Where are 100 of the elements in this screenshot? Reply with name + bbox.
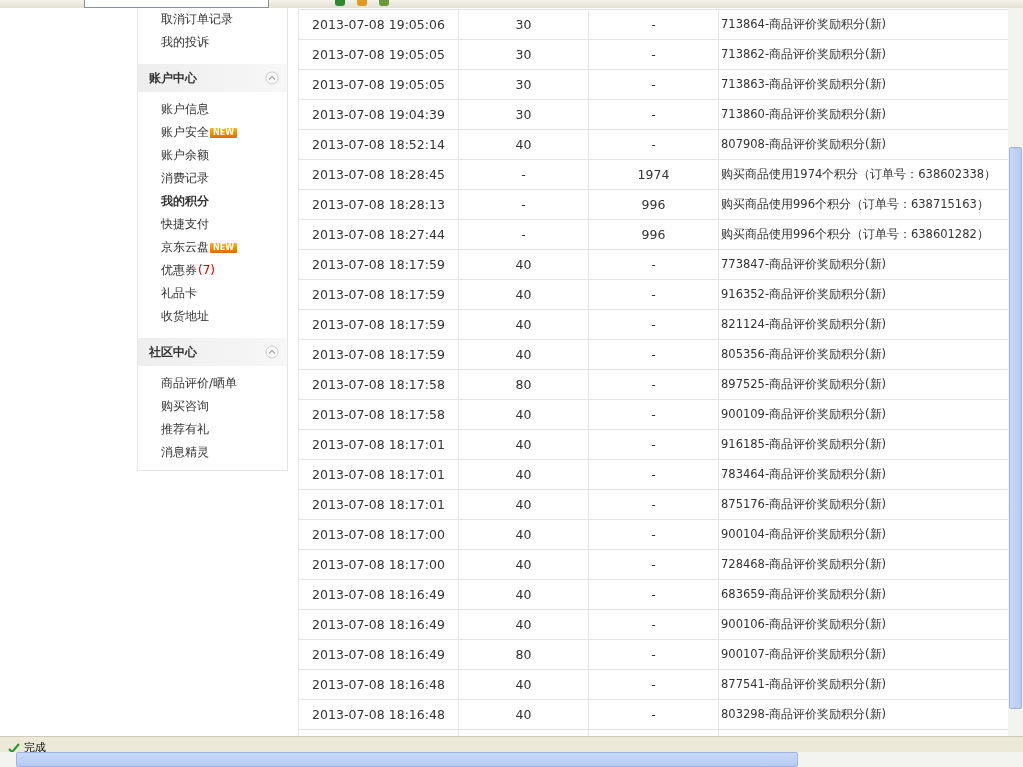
table-cell: 40 [458,339,589,370]
table-cell: 2013-07-08 18:52:14 [298,129,459,160]
table-cell: 713864-商品评价奖励积分(新) [718,9,1008,40]
section-header[interactable]: 账户中心 [138,64,287,92]
table-cell: - [588,339,719,370]
table-cell: 30 [458,99,589,130]
sidebar-item[interactable]: 商品评价/晒单 [138,372,287,395]
table-cell: - [588,669,719,700]
collapse-icon[interactable] [265,345,279,359]
table-cell: 2013-07-08 18:17:01 [298,489,459,520]
table-cell: 40 [458,429,589,460]
sidebar-item[interactable]: 消费记录 [138,167,287,190]
new-badge: NEW [210,242,237,253]
table-cell: - [588,639,719,670]
sidebar-item[interactable]: 消息精灵 [138,441,287,464]
table-cell: 40 [458,459,589,490]
table-cell: 2013-07-08 18:17:00 [298,519,459,550]
sidebar-item[interactable]: 优惠券(7) [138,259,287,282]
table-cell: - [458,189,589,220]
table-cell: - [588,9,719,40]
table-cell: 80 [458,639,589,670]
status-text: 完成 [24,740,46,752]
new-badge: NEW [210,127,237,138]
sidebar-item[interactable]: 礼品卡 [138,282,287,305]
sidebar-item[interactable]: 推荐有礼 [138,418,287,441]
table-cell: 2013-07-08 19:05:05 [298,69,459,100]
sidebar-item[interactable]: 账户安全 NEW [138,121,287,144]
table-cell: 40 [458,249,589,280]
sidebar-item[interactable]: 账户信息 [138,98,287,121]
table-cell: 40 [458,399,589,430]
table-cell: 2013-07-08 18:17:59 [298,339,459,370]
table-cell: 2013-07-08 18:16:49 [298,639,459,670]
table-cell: 2013-07-08 18:17:59 [298,279,459,310]
sidebar-item[interactable]: 京东云盘 NEW [138,236,287,259]
table-cell: 2013-07-08 19:04:39 [298,99,459,130]
table-cell: 40 [458,699,589,730]
table-cell: - [588,489,719,520]
table-cell: 40 [458,279,589,310]
sidebar-item[interactable]: 快捷支付 [138,213,287,236]
table-cell: - [588,699,719,730]
table-cell: 1974 [588,159,719,190]
table-cell: 2013-07-08 18:17:01 [298,459,459,490]
table-cell: - [588,129,719,160]
check-icon [8,742,20,752]
sidebar-item[interactable]: 账户余额 [138,144,287,167]
table-cell: 30 [458,39,589,70]
sidebar-item[interactable]: 收货地址 [138,305,287,328]
table-cell: - [588,69,719,100]
sidebar-item[interactable]: 取消订单记录 [138,8,287,31]
table-cell: 2013-07-08 18:17:01 [298,429,459,460]
table-cell: 40 [458,519,589,550]
section-header[interactable]: 社区中心 [138,338,287,366]
table-cell: 2013-07-08 18:17:58 [298,369,459,400]
table-cell: 40 [458,489,589,520]
table-cell: 2013-07-08 19:05:05 [298,39,459,70]
collapse-icon[interactable] [265,71,279,85]
table-cell: 40 [458,129,589,160]
table-cell: 40 [458,309,589,340]
sidebar-item[interactable]: 我的积分 [138,190,287,213]
coupon-count: (7) [198,262,215,279]
table-cell: - [588,369,719,400]
table-cell: 40 [458,579,589,610]
table-cell: - [588,309,719,340]
table-cell: - [588,399,719,430]
table-cell: - [588,459,719,490]
table-cell: 2013-07-08 18:17:58 [298,399,459,430]
table-cell: 2013-07-08 18:28:13 [298,189,459,220]
table-cell: 2013-07-08 18:17:59 [298,249,459,280]
table-cell: - [458,159,589,190]
table-cell: - [588,519,719,550]
table-cell: - [588,549,719,580]
table-cell: 996 [588,219,719,250]
table-cell: 2013-07-08 18:16:48 [298,699,459,730]
vertical-scrollbar[interactable] [1008,8,1023,736]
table-cell: 996 [588,189,719,220]
table-cell: - [458,219,589,250]
table-cell: 2013-07-08 18:28:45 [298,159,459,190]
table-cell: 2013-07-08 19:05:06 [298,9,459,40]
sidebar-item[interactable]: 购买咨询 [138,395,287,418]
table-cell: 2013-07-08 18:16:49 [298,609,459,640]
table-cell: 2013-07-08 18:17:59 [298,309,459,340]
table-cell: - [588,99,719,130]
table-cell: 2013-07-08 18:16:49 [298,579,459,610]
table-cell: 30 [458,69,589,100]
sidebar-item[interactable]: 我的投诉 [138,31,287,54]
section-title: 账户中心 [149,69,197,87]
table-cell: - [588,279,719,310]
table-cell: - [588,39,719,70]
table-cell: 40 [458,549,589,580]
table-cell: 2013-07-08 18:17:00 [298,549,459,580]
table-cell: - [588,609,719,640]
table-cell: - [588,579,719,610]
table-cell: 2013-07-08 18:27:44 [298,219,459,250]
table-cell: 40 [458,669,589,700]
table-cell: - [588,249,719,280]
section-title: 社区中心 [149,343,197,361]
table-cell: - [588,429,719,460]
horizontal-scrollbar[interactable] [0,752,1023,767]
table-cell: 80 [458,369,589,400]
table-cell: 2013-07-08 18:16:48 [298,669,459,700]
